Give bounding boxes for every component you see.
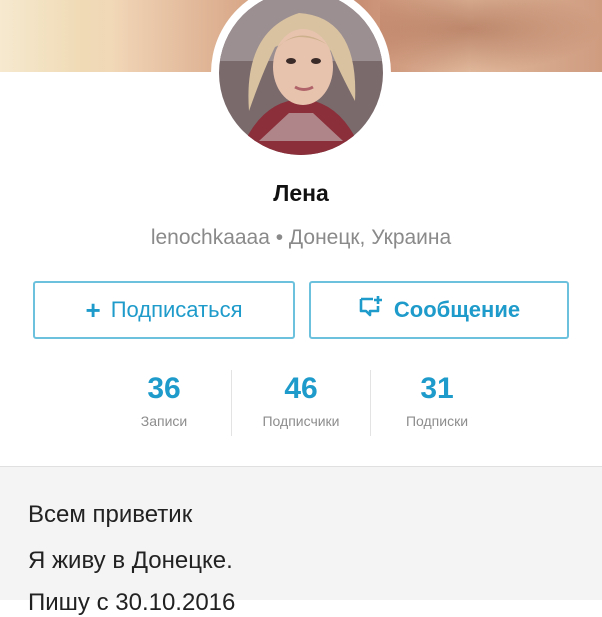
stat-divider [370,370,371,436]
stat-followers-value: 46 [284,372,318,405]
about-section: Всем приветик Я живу в Донецке. Пишу с 3… [0,467,602,616]
cover-photo-detail [0,0,130,72]
about-line: Всем приветик [28,501,193,528]
cover-photo-shade [380,0,602,72]
stat-following-value: 31 [420,372,454,405]
stat-divider [231,370,232,436]
stat-followers-label: Подписчики [262,413,340,429]
follow-button-label: Подписаться [110,297,243,322]
stat-following[interactable]: 31 Подписки [372,372,502,429]
stat-following-label: Подписки [405,413,469,429]
message-button-label: Сообщение [393,297,521,322]
profile-name: Лена [273,180,329,206]
plus-icon: + [85,295,101,325]
stat-posts[interactable]: 36 Записи [99,372,229,429]
about-line: Пишу с 30.10.2016 [28,589,236,616]
message-add-icon [358,295,384,325]
profile-username-location: lenochkaaaa • Донецк, Украина [150,226,452,249]
stat-posts-value: 36 [147,372,181,405]
stat-posts-label: Записи [140,413,188,429]
stat-followers[interactable]: 46 Подписчики [233,372,369,429]
about-line: Я живу в Донецке. [28,547,233,574]
message-button[interactable]: Сообщение [309,281,569,339]
follow-button[interactable]: + Подписаться [33,281,295,339]
